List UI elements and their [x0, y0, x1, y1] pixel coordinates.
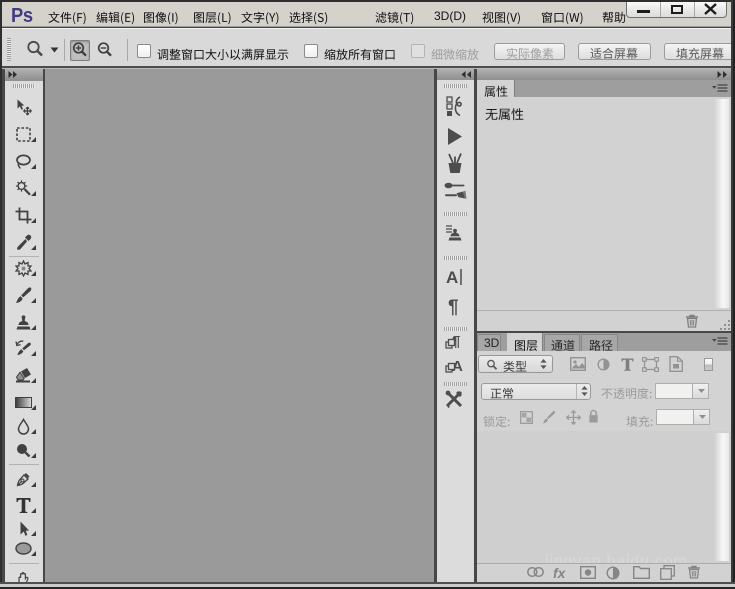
svg-text:A: A: [446, 268, 458, 287]
svg-text:¶: ¶: [448, 297, 459, 317]
